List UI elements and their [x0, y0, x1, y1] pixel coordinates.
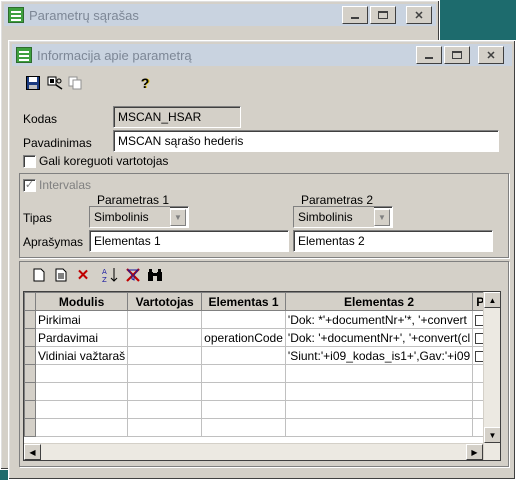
gali-koreguoti-label: Gali koreguoti vartotojas: [39, 154, 169, 168]
aprasymas-label: Aprašymas: [23, 235, 84, 249]
minimize-button[interactable]: [416, 46, 442, 64]
svg-text:Z: Z: [102, 276, 107, 283]
column-header-elementas1[interactable]: Elementas 1: [201, 292, 286, 311]
cell-vartotojas[interactable]: [127, 328, 203, 347]
table-row[interactable]: Pardavimai operationCode 'Dok: '+documen…: [24, 328, 496, 347]
back-window-titlebar[interactable]: Parametrų sąrašas ✕: [4, 4, 436, 26]
gali-koreguoti-checkbox[interactable]: [23, 155, 36, 168]
cell-elementas2[interactable]: 'Dok: *'+documentNr+'*, '+convert: [284, 310, 474, 329]
close-icon: ✕: [414, 9, 424, 22]
empty-row: [24, 382, 496, 401]
param1-header: Parametras 1: [97, 193, 170, 207]
table-row[interactable]: Vidiniai važtaraš 'Siunt:'+i09_kodas_is1…: [24, 346, 496, 365]
cell-elementas2[interactable]: 'Dok: '+documentNr+', '+convert(cl: [284, 328, 474, 347]
key-settings-icon[interactable]: [45, 73, 65, 93]
close-button[interactable]: ✕: [478, 46, 504, 64]
copy-icon[interactable]: [65, 73, 85, 93]
table-row[interactable]: Pirkimai 'Dok: *'+documentNr+'*, '+conve…: [24, 310, 496, 329]
binoculars-icon[interactable]: [145, 265, 165, 285]
cell-elementas2[interactable]: 'Siunt:'+i09_kodas_is1+',Gav:'+i09: [284, 346, 474, 365]
save-icon[interactable]: [23, 73, 43, 93]
param2-header: Parametras 2: [301, 193, 374, 207]
cell-vartotojas[interactable]: [127, 310, 203, 329]
maximize-button[interactable]: [444, 46, 470, 64]
window-title: Informacija apie parametrą: [37, 47, 192, 63]
scroll-left-button[interactable]: ◀: [24, 444, 41, 460]
close-button[interactable]: ✕: [406, 6, 432, 24]
kodas-label: Kodas: [23, 112, 58, 126]
cell-modulis[interactable]: Vidiniai važtaraš: [34, 346, 129, 365]
parameter-info-window: Informacija apie parametrą ✕ ? Kodas MSC…: [8, 40, 516, 480]
empty-row: [24, 400, 496, 419]
aprasymas2-field[interactable]: Elementas 2: [293, 230, 493, 252]
column-header-vartotojas[interactable]: Vartotojas: [127, 292, 203, 311]
restore-icon: [452, 51, 462, 59]
row-header-corner: [24, 292, 36, 311]
sort-az-icon[interactable]: AZ: [101, 265, 121, 285]
maximize-button[interactable]: [370, 6, 396, 24]
restore-icon: [378, 11, 388, 19]
list-icon: [16, 47, 32, 63]
filter-clear-icon[interactable]: [123, 265, 143, 285]
modules-grid[interactable]: Modulis Vartotojas Elementas 1 Elementas…: [23, 291, 501, 461]
pavadinimas-field[interactable]: MSCAN sąrašo hederis: [113, 130, 499, 152]
chevron-down-icon[interactable]: ▼: [374, 209, 390, 226]
intervalas-label: Intervalas: [39, 178, 92, 192]
cell-modulis[interactable]: Pardavimai: [34, 328, 129, 347]
close-icon: ✕: [486, 49, 496, 62]
scroll-down-button[interactable]: ▼: [484, 427, 500, 443]
intervalas-checkbox[interactable]: ✓: [23, 179, 36, 192]
svg-text:A: A: [102, 268, 107, 276]
minimize-button[interactable]: [342, 6, 368, 24]
cell-vartotojas[interactable]: [127, 346, 203, 365]
new-icon[interactable]: [29, 265, 49, 285]
cell-elementas1[interactable]: [201, 346, 286, 365]
chevron-down-icon[interactable]: ▼: [170, 209, 186, 226]
grid-header-row: Modulis Vartotojas Elementas 1 Elementas…: [24, 292, 496, 311]
help-icon[interactable]: ?: [135, 73, 155, 93]
tipas2-select[interactable]: Simbolinis ▼: [293, 206, 393, 228]
window-titlebar[interactable]: Informacija apie parametrą ✕: [12, 44, 512, 66]
tipas1-select[interactable]: Simbolinis ▼: [89, 206, 189, 228]
tipas2-value: Simbolinis: [294, 207, 374, 227]
kodas-field[interactable]: MSCAN_HSAR: [113, 106, 241, 128]
horizontal-scrollbar[interactable]: ◀ ▶: [24, 443, 483, 460]
row-header[interactable]: [24, 310, 36, 329]
cell-modulis[interactable]: Pirkimai: [34, 310, 129, 329]
edit-icon[interactable]: [51, 265, 71, 285]
scroll-right-button[interactable]: ▶: [466, 444, 483, 460]
tipas-label: Tipas: [23, 211, 52, 225]
row-header[interactable]: [24, 346, 36, 365]
grid-table: Modulis Vartotojas Elementas 1 Elementas…: [24, 292, 496, 437]
back-window-title: Parametrų sąrašas: [29, 7, 139, 23]
column-header-elementas2[interactable]: Elementas 2: [284, 292, 474, 311]
empty-row: [24, 364, 496, 383]
cell-elementas1[interactable]: operationCode: [201, 328, 286, 347]
empty-row: [24, 418, 496, 437]
minimize-icon: [425, 57, 433, 59]
list-icon: [8, 7, 24, 23]
minimize-icon: [351, 17, 359, 19]
delete-icon[interactable]: ✕: [73, 265, 93, 285]
vertical-scrollbar[interactable]: ▲ ▼: [483, 292, 500, 460]
cell-elementas1[interactable]: [201, 310, 286, 329]
scroll-up-button[interactable]: ▲: [484, 292, 500, 308]
column-header-modulis[interactable]: Modulis: [34, 292, 129, 311]
aprasymas1-field[interactable]: Elementas 1: [89, 230, 289, 252]
pavadinimas-label: Pavadinimas: [23, 136, 92, 150]
tipas1-value: Simbolinis: [90, 207, 170, 227]
row-header[interactable]: [24, 328, 36, 347]
